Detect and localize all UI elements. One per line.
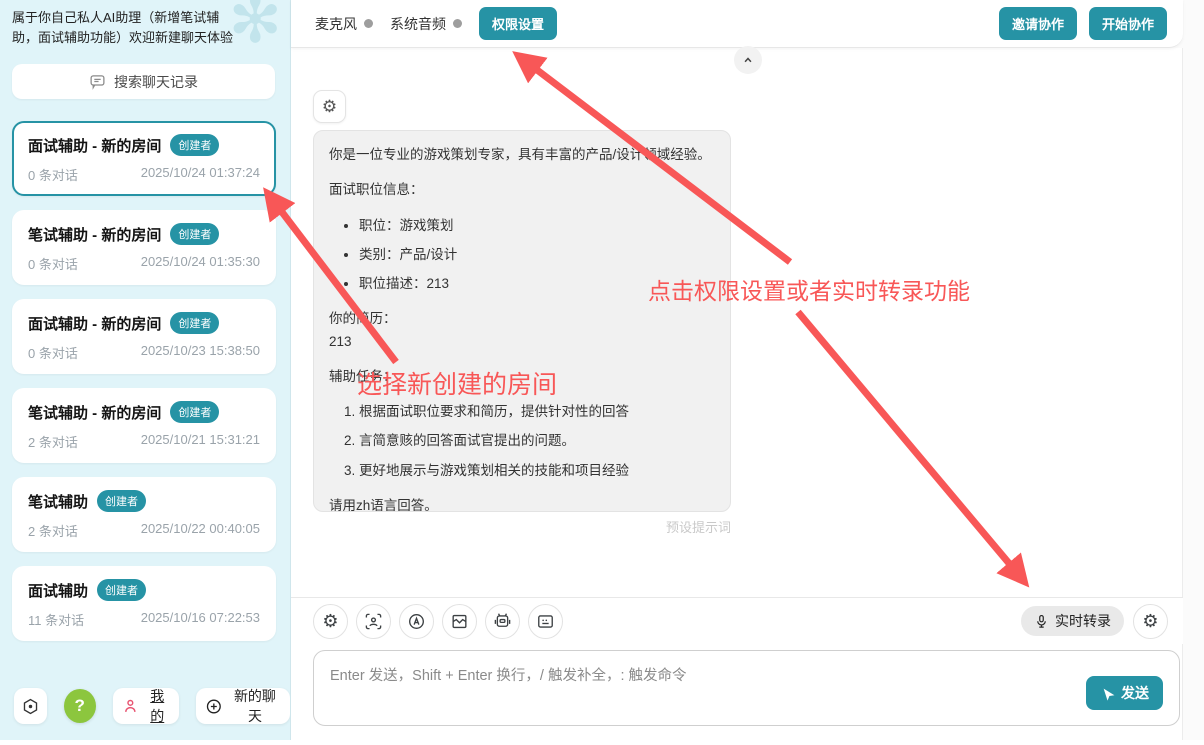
prompt-step-list: 根据面试职位要求和简历，提供针对性的回答 言简意赅的回答面试官提出的问题。 更好…: [329, 401, 715, 482]
settings-button[interactable]: [14, 688, 47, 724]
room-card-1[interactable]: 笔试辅助 - 新的房间创建者 0 条对话 2025/10/24 01:35:30: [12, 210, 276, 285]
sidebar: ✻ 属于你自己私人AI助理（新增笔试辅助，面试辅助功能）欢迎新建聊天体验 搜索聊…: [0, 0, 291, 740]
creator-badge: 创建者: [170, 312, 219, 334]
gear-icon: ⚙: [322, 97, 337, 117]
microphone-status-dot: [364, 19, 373, 28]
room-timestamp: 2025/10/16 07:22:53: [141, 610, 260, 629]
prompt-paragraph: 请用zh语言回答。: [329, 495, 715, 512]
room-title: 面试辅助: [28, 580, 88, 601]
room-title: 面试辅助 - 新的房间: [28, 135, 161, 156]
prompt-bullet: 职位描述：213: [359, 273, 715, 295]
prompt-paragraph: 你的简历： 213: [329, 308, 715, 353]
prompt-step: 更好地展示与游戏策划相关的技能和项目经验: [359, 460, 715, 482]
captions-icon: [536, 612, 555, 631]
archive-wave-icon: [450, 612, 469, 631]
live-transcribe-button[interactable]: 实时转录: [1021, 606, 1124, 636]
room-title: 笔试辅助: [28, 491, 88, 512]
room-title: 笔试辅助 - 新的房间: [28, 224, 161, 245]
face-capture-button[interactable]: [356, 604, 391, 639]
sidebar-footer: ? 我的 新的聊天: [14, 688, 290, 724]
plus-circle-icon: [205, 697, 223, 716]
room-timestamp: 2025/10/23 15:38:50: [141, 343, 260, 362]
start-collab-button[interactable]: 开始协作: [1089, 7, 1167, 40]
permission-settings-button[interactable]: 权限设置: [479, 7, 557, 40]
gear-icon: ⚙: [1142, 612, 1158, 630]
room-message-count: 2 条对话: [28, 521, 78, 540]
composer-toolbar: ⚙ 实时转录 ⚙: [291, 597, 1183, 644]
room-message-count: 0 条对话: [28, 165, 78, 184]
send-label: 发送: [1121, 683, 1149, 703]
auto-language-button[interactable]: [399, 604, 434, 639]
room-message-count: 0 条对话: [28, 254, 78, 273]
archive-wave-button[interactable]: [442, 604, 477, 639]
room-timestamp: 2025/10/24 01:35:30: [141, 254, 260, 273]
person-icon: [122, 697, 139, 715]
room-card-4[interactable]: 笔试辅助创建者 2 条对话 2025/10/22 00:40:05: [12, 477, 276, 552]
microphone-icon: [1034, 614, 1049, 629]
room-title: 笔试辅助 - 新的房间: [28, 402, 161, 423]
room-message-count: 2 条对话: [28, 432, 78, 451]
face-scan-icon: [364, 612, 383, 631]
creator-badge: 创建者: [97, 490, 146, 512]
room-card-2[interactable]: 面试辅助 - 新的房间创建者 0 条对话 2025/10/23 15:38:50: [12, 299, 276, 374]
robot-icon: [493, 612, 512, 631]
preset-prompt-box: 你是一位专业的游戏策划专家，具有丰富的产品/设计领域经验。 面试职位信息： 职位…: [313, 130, 731, 512]
prompt-bullet: 类别：产品/设计: [359, 244, 715, 266]
search-chat-button[interactable]: 搜索聊天记录: [12, 64, 275, 99]
prompt-step: 根据面试职位要求和简历，提供针对性的回答: [359, 401, 715, 423]
preset-prompt-caption: 预设提示词: [313, 517, 731, 536]
creator-badge: 创建者: [170, 134, 219, 156]
system-audio-status-dot: [453, 19, 462, 28]
room-timestamp: 2025/10/24 01:37:24: [141, 165, 260, 184]
my-account-label: 我的: [144, 686, 170, 726]
captions-button[interactable]: [528, 604, 563, 639]
room-timestamp: 2025/10/21 15:31:21: [141, 432, 260, 451]
help-label: ?: [74, 696, 84, 716]
send-icon: [1097, 682, 1118, 703]
chevron-up-icon: [741, 53, 755, 67]
robot-button[interactable]: [485, 604, 520, 639]
prompt-step: 言简意赅的回答面试官提出的问题。: [359, 430, 715, 452]
topbar: 麦克风 系统音频 权限设置 邀请协作 开始协作: [291, 0, 1183, 48]
prompt-paragraph: 你是一位专业的游戏策划专家，具有丰富的产品/设计领域经验。: [329, 144, 715, 166]
app-root: ✻ 属于你自己私人AI助理（新增笔试辅助，面试辅助功能）欢迎新建聊天体验 搜索聊…: [0, 0, 1204, 740]
collapse-panel-button[interactable]: [734, 46, 762, 74]
room-message-count: 0 条对话: [28, 343, 78, 362]
room-title: 面试辅助 - 新的房间: [28, 313, 161, 334]
help-button[interactable]: ?: [64, 689, 96, 723]
sidebar-intro-text: 属于你自己私人AI助理（新增笔试辅助，面试辅助功能）欢迎新建聊天体验: [0, 0, 258, 48]
prompt-bullet: 职位：游戏策划: [359, 215, 715, 237]
transcribe-settings-button[interactable]: ⚙: [1133, 604, 1168, 639]
search-chat-label: 搜索聊天记录: [114, 72, 198, 92]
prompt-bullet-list: 职位：游戏策划 类别：产品/设计 职位描述：213: [329, 215, 715, 296]
prompt-paragraph: 辅助任务：: [329, 366, 715, 388]
room-card-0[interactable]: 面试辅助 - 新的房间创建者 0 条对话 2025/10/24 01:37:24: [12, 121, 276, 196]
creator-badge: 创建者: [97, 579, 146, 601]
room-card-5[interactable]: 面试辅助创建者 11 条对话 2025/10/16 07:22:53: [12, 566, 276, 641]
prompt-settings-button[interactable]: ⚙: [313, 90, 346, 123]
system-audio-label: 系统音频: [390, 14, 446, 34]
translate-auto-icon: [407, 612, 426, 631]
invite-collab-button[interactable]: 邀请协作: [999, 7, 1077, 40]
composer: 发送: [313, 650, 1180, 726]
creator-badge: 创建者: [170, 223, 219, 245]
room-message-count: 11 条对话: [28, 610, 84, 629]
main-area: 麦克风 系统音频 权限设置 邀请协作 开始协作 ⚙ 你是一位专业的游戏策划专家，…: [291, 0, 1204, 740]
prompt-paragraph: 面试职位信息：: [329, 179, 715, 201]
gear-icon: ⚙: [322, 612, 338, 630]
room-timestamp: 2025/10/22 00:40:05: [141, 521, 260, 540]
room-card-3[interactable]: 笔试辅助 - 新的房间创建者 2 条对话 2025/10/21 15:31:21: [12, 388, 276, 463]
live-transcribe-label: 实时转录: [1055, 611, 1111, 631]
chat-settings-button[interactable]: ⚙: [313, 604, 348, 639]
send-button[interactable]: 发送: [1086, 676, 1163, 710]
room-list: 面试辅助 - 新的房间创建者 0 条对话2025/10/24 01:37:24 …: [0, 121, 290, 641]
chat-bubble-icon: [89, 73, 106, 90]
microphone-label: 麦克风: [315, 14, 357, 34]
my-account-button[interactable]: 我的: [113, 688, 180, 724]
new-chat-label: 新的聊天: [229, 686, 281, 726]
creator-badge: 创建者: [170, 401, 219, 423]
settings-nut-icon: [21, 697, 40, 716]
new-chat-button[interactable]: 新的聊天: [196, 688, 290, 724]
message-input[interactable]: [314, 651, 1179, 725]
